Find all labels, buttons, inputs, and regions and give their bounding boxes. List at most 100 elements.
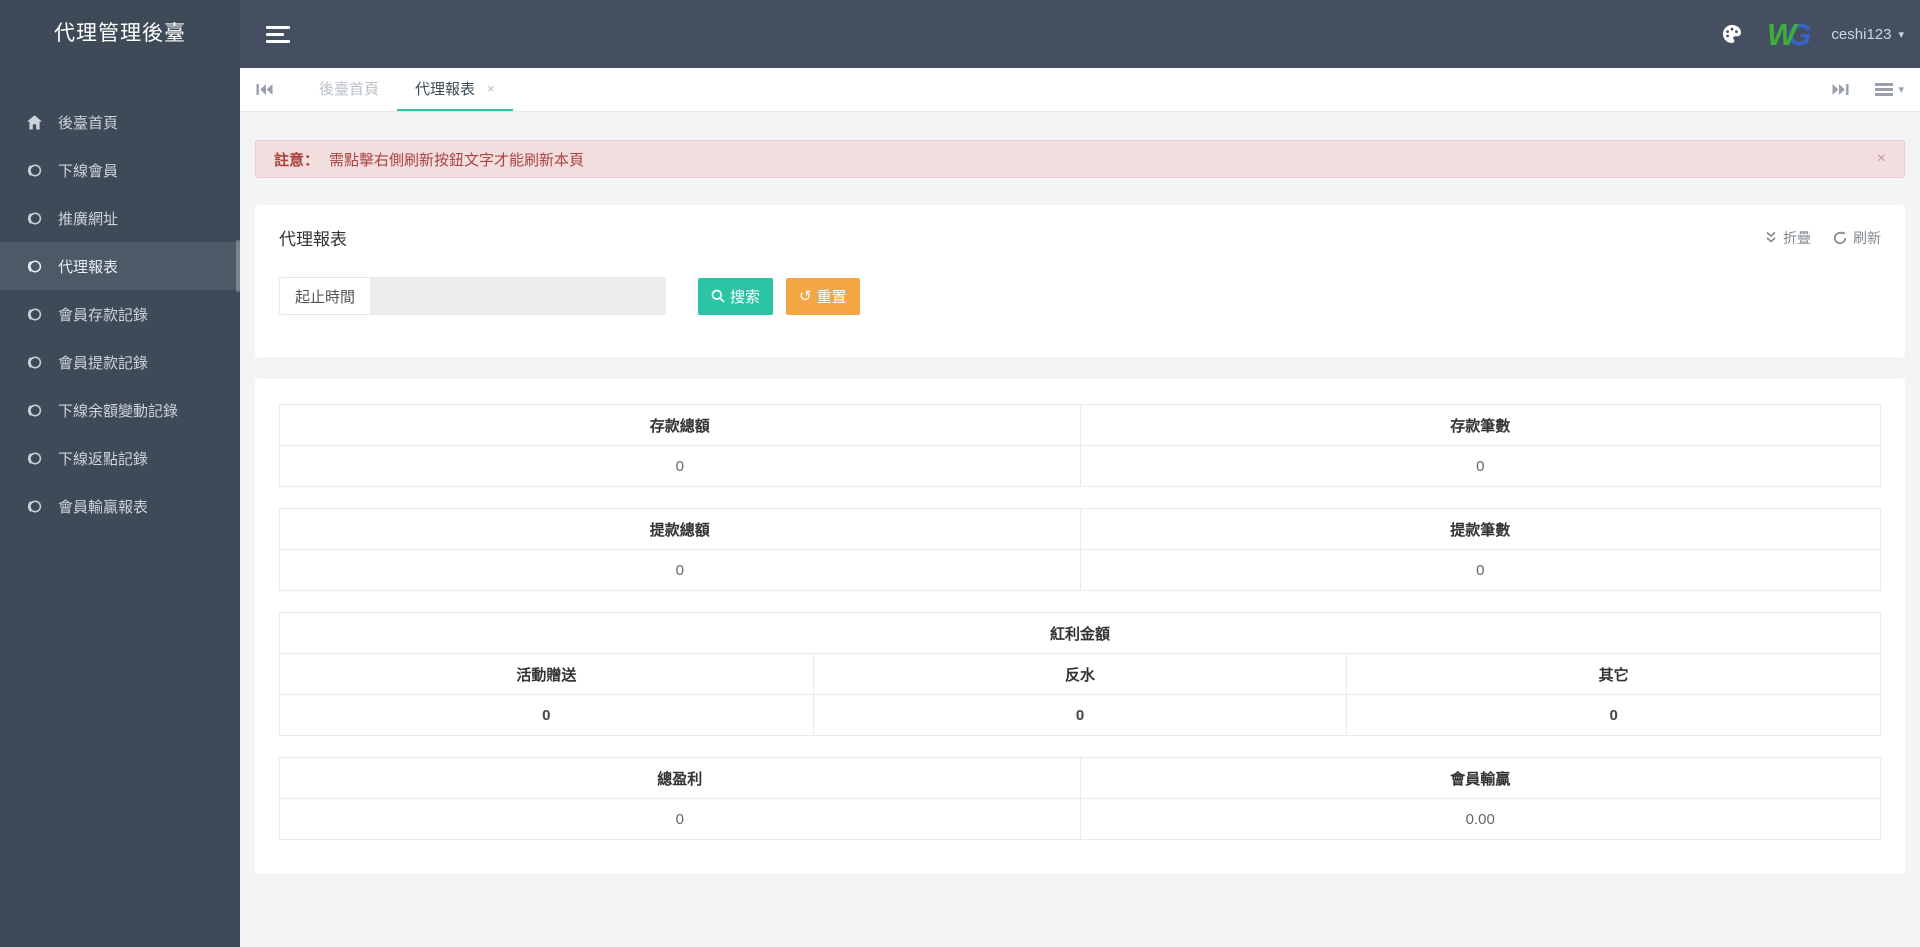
circle-icon [26,450,43,467]
search-button[interactable]: 搜索 [698,277,774,315]
sidebar-item-label: 推廣網址 [58,210,119,228]
circle-icon [26,162,43,179]
table-value: 0 [1079,445,1881,487]
table-value: 0 [279,549,1081,591]
search-form: 起止時間 搜索 ↺ 重置 [279,277,1881,315]
refresh-icon [1833,230,1847,244]
tabbar-right: ▾ [1832,81,1920,99]
table-value: 0.00 [1079,798,1881,840]
sidebar-toggle-icon[interactable] [266,22,290,47]
table-header: 反水 [812,653,1348,695]
app-title: 代理管理後臺 [54,22,186,45]
tabs-scroll-last-icon[interactable] [1832,83,1849,96]
sidebar-item-label: 代理報表 [58,258,119,276]
tab-list-menu-icon[interactable]: ▾ [1875,81,1904,99]
report-table-profit: 總盈利 會員輸贏 0 0.00 [279,757,1881,840]
panel-title: 代理報表 [279,230,347,249]
search-button-label: 搜索 [730,288,761,306]
tab-bar: 後臺首頁 代理報表 × ▾ [240,68,1920,112]
date-range-input[interactable] [370,277,667,315]
tab-label: 代理報表 [415,81,476,98]
circle-icon [26,306,43,323]
table-value: 0 [279,798,1081,840]
main-content: 註意： 需點擊右側刷新按鈕文字才能刷新本頁 × 代理報表 折疊 刷新 起止時間 … [240,112,1920,947]
tab-home[interactable]: 後臺首頁 [301,68,397,111]
alert-prefix: 註意： [274,151,320,169]
notice-alert: 註意： 需點擊右側刷新按鈕文字才能刷新本頁 × [255,140,1905,178]
circle-icon [26,210,43,227]
sidebar-item-label: 會員提款記錄 [58,354,149,372]
sidebar-item-label: 後臺首頁 [58,114,119,132]
table-value: 0 [812,694,1348,736]
tab-label: 後臺首頁 [319,81,380,98]
theme-palette-icon[interactable] [1721,23,1743,45]
table-span-header: 紅利金額 [279,612,1881,654]
agent-report-panel: 代理報表 折疊 刷新 起止時間 搜索 ↺ 重置 [255,205,1905,357]
sidebar-item-label: 下線返點記錄 [58,450,149,468]
collapse-button[interactable]: 折疊 [1765,228,1811,248]
alert-close-icon[interactable]: × [1877,150,1886,168]
home-icon [26,114,43,131]
reset-button-label: 重置 [816,288,847,306]
sidebar-item-downline-rebate-records[interactable]: 下線返點記錄 [0,434,240,482]
reset-icon: ↺ [799,287,812,305]
username: ceshi123 [1831,25,1892,43]
sidebar-item-label: 會員輸贏報表 [58,498,149,516]
report-table-deposit: 存款總額 存款筆數 0 0 [279,404,1881,487]
double-chevron-down-icon [1766,231,1776,243]
date-range-group: 起止時間 [279,277,667,315]
brand-logo-w: W [1767,16,1797,52]
tab-agent-report[interactable]: 代理報表 × [397,68,513,111]
table-value: 0 [279,694,814,736]
sidebar-item-downline-members[interactable]: 下線會員 [0,146,240,194]
sidebar-item-label: 下線會員 [58,162,119,180]
search-icon [711,289,725,303]
table-header: 存款總額 [279,404,1081,446]
circle-icon [26,354,43,371]
navbar-right: WG ceshi123 ▾ [1721,19,1920,50]
refresh-button[interactable]: 刷新 [1833,228,1881,248]
brand-logo: WG [1767,19,1811,50]
circle-icon [26,402,43,419]
table-header: 提款筆數 [1079,508,1881,550]
sidebar-item-promo-url[interactable]: 推廣網址 [0,194,240,242]
sidebar-item-label: 下線余額變動記錄 [58,402,179,420]
chevron-down-icon: ▾ [1898,28,1904,41]
report-tables-panel: 存款總額 存款筆數 0 0 提款總額 提款筆數 0 0 紅利金額 活動贈送 反水 其它 0 0 0 總盈利 會員… [255,379,1905,874]
reset-button[interactable]: ↺ 重置 [786,277,860,315]
app-root: 代理管理後臺 後臺首頁 下線會員 推廣網址 代理報表 會員存款記錄 會員提款記錄 下線余額變… [0,0,1920,947]
table-header: 存款筆數 [1079,404,1881,446]
table-value: 0 [1346,694,1881,736]
circle-icon [26,498,43,515]
sidebar: 代理管理後臺 後臺首頁下線會員推廣網址代理報表會員存款記錄 會員提款記錄下線余額變… [0,0,240,947]
table-header: 總盈利 [279,757,1081,799]
user-menu[interactable]: ceshi123 ▾ [1831,26,1904,43]
table-value: 0 [1079,549,1881,591]
date-range-label: 起止時間 [279,277,371,315]
sidebar-item-home[interactable]: 後臺首頁 [0,98,240,146]
top-navbar: WG ceshi123 ▾ [240,0,1920,68]
sidebar-menu: 後臺首頁下線會員推廣網址代理報表會員存款記錄 會員提款記錄下線余額變動記錄 下線返點… [0,68,240,530]
refresh-label: 刷新 [1853,229,1881,246]
table-header: 提款總額 [279,508,1081,550]
sidebar-item-member-deposit-records[interactable]: 會員存款記錄 [0,290,240,338]
report-table-withdraw: 提款總額 提款筆數 0 0 [279,508,1881,591]
collapse-label: 折疊 [1783,229,1811,246]
table-header: 會員輸贏 [1079,757,1881,799]
panel-header: 代理報表 折疊 刷新 [279,225,1881,250]
tabs: 後臺首頁 代理報表 × [301,68,513,111]
panel-tools: 折疊 刷新 [1743,228,1881,248]
sidebar-item-label: 會員存款記錄 [58,306,149,324]
table-value: 0 [279,445,1081,487]
alert-message: 需點擊右側刷新按鈕文字才能刷新本頁 [329,151,585,169]
sidebar-item-agent-report[interactable]: 代理報表 [0,242,240,290]
table-header: 其它 [1346,653,1881,695]
sidebar-item-member-withdraw-records[interactable]: 會員提款記錄 [0,338,240,386]
table-header: 活動贈送 [279,653,814,695]
sidebar-item-downline-balance-change-records[interactable]: 下線余額變動記錄 [0,386,240,434]
sidebar-scrollbar[interactable] [236,240,240,292]
tab-close-icon[interactable]: × [487,82,495,95]
circle-icon [26,258,43,275]
tabs-scroll-first-icon[interactable] [256,83,273,96]
sidebar-item-member-winloss-report[interactable]: 會員輸贏報表 [0,482,240,530]
